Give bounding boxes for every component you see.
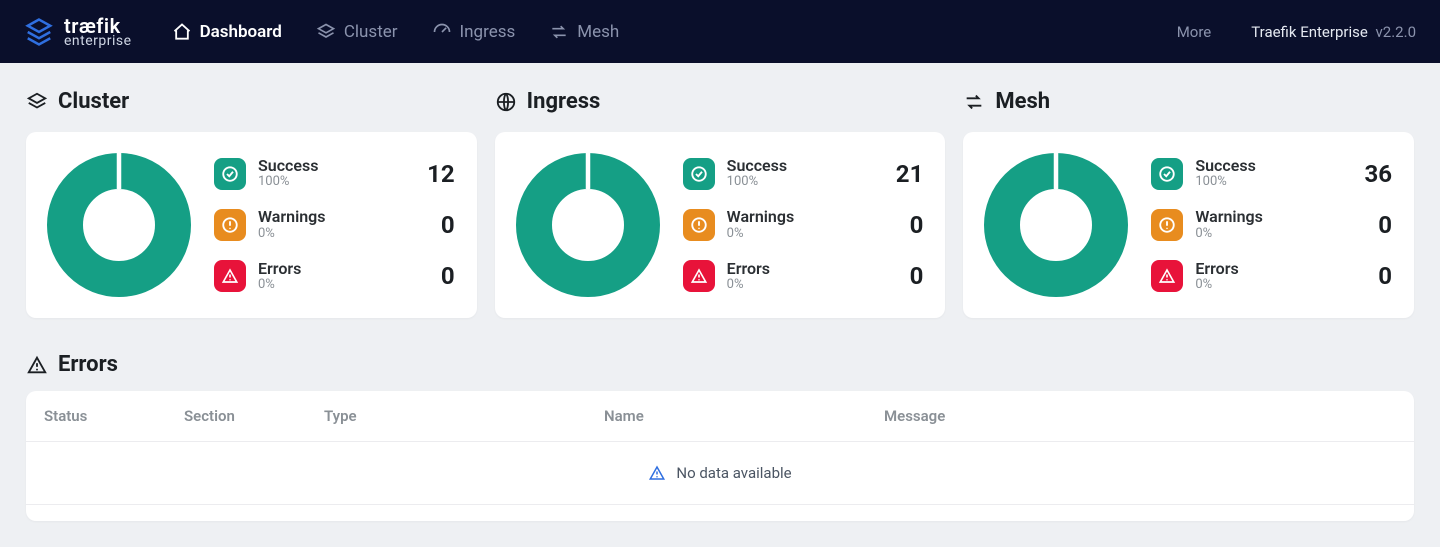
errors-title-text: Errors [58, 352, 118, 377]
section-errors: Errors Status Section Type Name Message … [26, 352, 1414, 521]
section-ingress: Ingress Success 10 [495, 89, 946, 318]
stat-warnings: Warnings 0% 0 [1151, 208, 1392, 241]
col-type[interactable]: Type [324, 407, 604, 425]
stat-warnings: Warnings 0% 0 [683, 208, 924, 241]
stat-label: Errors [1195, 260, 1238, 278]
donut-chart [44, 150, 194, 300]
nav-label: Ingress [460, 22, 516, 42]
check-circle-icon [683, 158, 715, 190]
stat-label: Warnings [258, 208, 326, 226]
donut-chart [981, 150, 1131, 300]
stat-pct: 0% [1195, 227, 1263, 242]
col-section[interactable]: Section [184, 407, 324, 425]
nav-label: Mesh [577, 22, 619, 42]
alert-triangle-icon [214, 260, 246, 292]
brand-logo-icon [24, 17, 54, 47]
stat-label: Success [258, 157, 318, 175]
nav-cluster[interactable]: Cluster [316, 22, 398, 42]
col-message[interactable]: Message [884, 407, 1396, 425]
stat-success: Success 100% 21 [683, 157, 924, 190]
stat-count: 0 [441, 211, 455, 239]
section-title-text: Mesh [995, 89, 1050, 114]
stat-count: 0 [1378, 262, 1392, 290]
errors-empty-text: No data available [676, 464, 791, 482]
nav-items: Dashboard Cluster Ingress Mesh [172, 22, 620, 42]
product-name: Traefik Enterprise [1251, 23, 1368, 41]
top-nav: træfik enterprise Dashboard Cluster Ingr… [0, 0, 1440, 63]
nav-product[interactable]: Traefik Enterprise v2.2.0 [1251, 23, 1416, 41]
col-name[interactable]: Name [604, 407, 884, 425]
section-mesh: Mesh Success 100% [963, 89, 1414, 318]
stat-errors: Errors 0% 0 [683, 260, 924, 293]
alert-circle-icon [683, 209, 715, 241]
layers-icon [316, 22, 336, 42]
gauge-icon [432, 22, 452, 42]
swap-icon [963, 91, 985, 113]
brand[interactable]: træfik enterprise [24, 16, 132, 48]
stat-success: Success 100% 36 [1151, 157, 1392, 190]
section-cluster: Cluster Success 10 [26, 89, 477, 318]
ingress-card: Success 100% 21 Warnings 0% 0 [495, 132, 946, 318]
errors-header-row: Status Section Type Name Message [26, 391, 1414, 442]
stat-pct: 100% [258, 175, 318, 190]
alert-triangle-icon [26, 354, 48, 376]
check-circle-icon [214, 158, 246, 190]
layers-icon [26, 91, 48, 113]
product-version: v2.2.0 [1376, 23, 1416, 41]
section-title-text: Cluster [58, 89, 129, 114]
home-icon [172, 22, 192, 42]
stat-count: 12 [427, 160, 455, 188]
stat-warnings: Warnings 0% 0 [214, 208, 455, 241]
nav-label: Cluster [344, 22, 398, 42]
stat-pct: 100% [1195, 175, 1255, 190]
stat-success: Success 100% 12 [214, 157, 455, 190]
stat-label: Warnings [727, 208, 795, 226]
col-status[interactable]: Status [44, 407, 184, 425]
nav-more[interactable]: More [1177, 23, 1212, 41]
stat-count: 21 [896, 160, 924, 188]
stat-pct: 0% [258, 227, 326, 242]
stat-pct: 0% [727, 227, 795, 242]
stat-pct: 100% [727, 175, 787, 190]
nav-dashboard[interactable]: Dashboard [172, 22, 282, 42]
globe-icon [495, 91, 517, 113]
cluster-card: Success 100% 12 Warnings 0% 0 [26, 132, 477, 318]
alert-triangle-icon [683, 260, 715, 292]
stat-pct: 0% [258, 278, 301, 293]
alert-circle-icon [1151, 209, 1183, 241]
swap-icon [549, 22, 569, 42]
errors-table: Status Section Type Name Message No data… [26, 391, 1414, 521]
stat-label: Errors [258, 260, 301, 278]
stat-pct: 0% [727, 278, 770, 293]
stat-label: Errors [727, 260, 770, 278]
nav-ingress[interactable]: Ingress [432, 22, 516, 42]
stat-label: Warnings [1195, 208, 1263, 226]
stat-errors: Errors 0% 0 [214, 260, 455, 293]
stat-count: 0 [1378, 211, 1392, 239]
mesh-card: Success 100% 36 Warnings 0% 0 [963, 132, 1414, 318]
check-circle-icon [1151, 158, 1183, 190]
alert-triangle-icon [1151, 260, 1183, 292]
stat-count: 36 [1364, 160, 1392, 188]
brand-sub: enterprise [64, 34, 132, 48]
stat-count: 0 [910, 211, 924, 239]
info-triangle-icon [648, 464, 666, 482]
stat-count: 0 [441, 262, 455, 290]
stat-label: Success [1195, 157, 1255, 175]
stat-errors: Errors 0% 0 [1151, 260, 1392, 293]
stat-pct: 0% [1195, 278, 1238, 293]
alert-circle-icon [214, 209, 246, 241]
section-title-text: Ingress [527, 89, 601, 114]
nav-label: Dashboard [200, 22, 282, 42]
errors-empty-row: No data available [26, 442, 1414, 505]
donut-chart [513, 150, 663, 300]
stat-count: 0 [910, 262, 924, 290]
nav-mesh[interactable]: Mesh [549, 22, 619, 42]
stat-label: Success [727, 157, 787, 175]
